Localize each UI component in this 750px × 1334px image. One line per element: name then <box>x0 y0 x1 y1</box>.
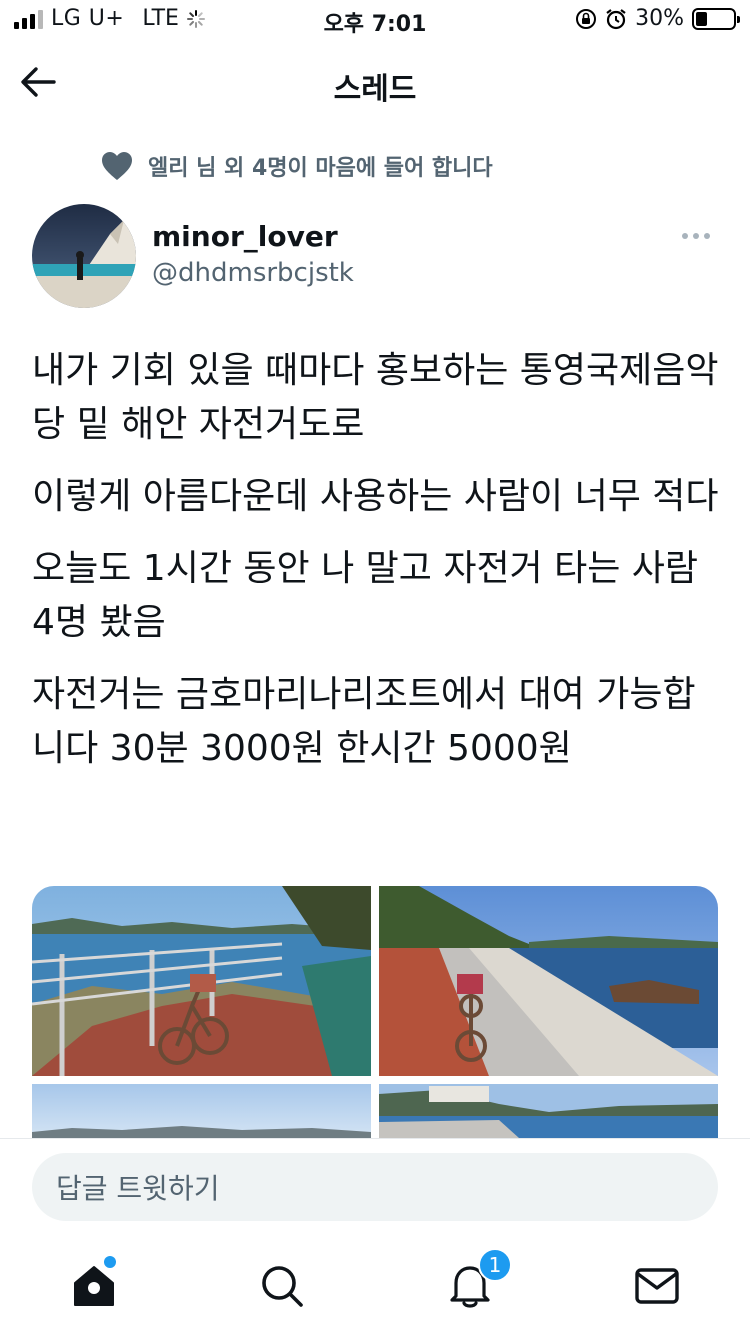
reply-input[interactable]: 답글 트윗하기 <box>32 1153 718 1221</box>
media-photo-2[interactable] <box>379 886 718 1076</box>
home-unread-dot <box>104 1256 116 1268</box>
alarm-icon <box>606 8 626 29</box>
author-handle[interactable]: @dhdmsrbcjstk <box>152 258 354 288</box>
notification-badge: 1 <box>478 1248 512 1282</box>
tweet-paragraph: 오늘도 1시간 동안 나 말고 자전거 타는 사람 4명 봤음 <box>32 548 699 643</box>
social-context-text: 엘리 님 외 4명이 마음에 들어 합니다 <box>148 156 493 181</box>
media-photo-4[interactable] <box>379 1084 718 1138</box>
home-icon <box>74 1266 114 1306</box>
nav-header: 스레드 <box>0 44 750 124</box>
battery-percent: 30% <box>635 6 684 31</box>
reply-bar: 답글 트윗하기 <box>0 1138 750 1236</box>
heart-icon <box>102 152 132 180</box>
page-title: 스레드 <box>333 72 417 107</box>
tweet-paragraph: 자전거는 금호마리나리조트에서 대여 가능합니다 30분 3000원 한시간 5… <box>32 674 696 769</box>
tab-search[interactable] <box>252 1256 312 1316</box>
battery-level <box>696 11 707 26</box>
media-photo-3[interactable] <box>32 1084 371 1138</box>
tab-bar: 1 <box>0 1236 750 1334</box>
mail-icon <box>635 1268 679 1304</box>
status-right: 30% <box>575 6 740 31</box>
status-bar: LG U+ LTE 오후 7:01 30% <box>0 0 750 40</box>
screen: LG U+ LTE 오후 7:01 30% 스레드 엘리 님 외 4명이 마음에… <box>0 0 750 1334</box>
tweet-paragraph: 이렇게 아름다운데 사용하는 사람이 너무 적다 <box>32 476 719 517</box>
social-context[interactable]: 엘리 님 외 4명이 마음에 들어 합니다 <box>100 150 493 182</box>
more-dots-icon <box>682 233 688 239</box>
media-grid <box>32 886 718 1138</box>
more-options-button[interactable] <box>682 226 718 246</box>
battery-icon <box>692 7 740 30</box>
author-display-name[interactable]: minor_lover <box>152 220 338 253</box>
tweet-paragraph: 내가 기회 있을 때마다 홍보하는 통영국제음악당 밑 해안 자전거도로 <box>32 350 719 445</box>
tab-messages[interactable] <box>627 1256 687 1316</box>
rotation-lock-icon <box>576 8 597 29</box>
search-icon <box>262 1266 303 1307</box>
avatar[interactable] <box>32 204 136 308</box>
media-photo-1[interactable] <box>32 886 371 1076</box>
tweet-text: 내가 기회 있을 때마다 홍보하는 통영국제음악당 밑 해안 자전거도로 이렇게… <box>32 344 722 794</box>
